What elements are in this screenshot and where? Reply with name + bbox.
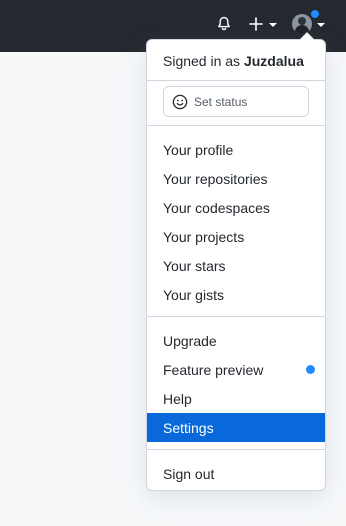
- notification-dot: [310, 9, 320, 19]
- feature-preview-label: Feature preview: [163, 361, 264, 378]
- chevron-down-icon: [269, 22, 277, 27]
- bell-icon: [218, 16, 230, 31]
- menu-item-your-projects[interactable]: Your projects: [147, 222, 325, 251]
- plus-icon: [249, 17, 263, 31]
- menu-item-your-stars[interactable]: Your stars: [147, 251, 325, 280]
- signed-in-text: Signed in as Juzdalua: [163, 51, 304, 71]
- menu-item-your-codespaces[interactable]: Your codespaces: [147, 193, 325, 222]
- menu-item-help[interactable]: Help: [147, 384, 325, 413]
- avatar: [292, 14, 312, 34]
- menu-item-your-repositories[interactable]: Your repositories: [147, 164, 325, 193]
- username[interactable]: Juzdalua: [244, 53, 304, 69]
- menu-item-settings[interactable]: Settings: [147, 413, 325, 442]
- feature-preview-dot: [306, 365, 315, 374]
- smiley-icon: [172, 94, 188, 109]
- set-status-button[interactable]: Set status: [163, 86, 309, 117]
- set-status-label: Set status: [194, 94, 248, 109]
- divider: [147, 125, 325, 126]
- menu-item-your-profile[interactable]: Your profile: [147, 135, 325, 164]
- signed-in-label: Signed in as: [163, 53, 241, 69]
- menu-item-sign-out[interactable]: Sign out: [147, 459, 325, 488]
- menu-item-upgrade[interactable]: Upgrade: [147, 326, 325, 355]
- menu-item-feature-preview[interactable]: Feature preview: [147, 355, 325, 384]
- divider: [147, 316, 325, 317]
- notifications-button[interactable]: [216, 10, 238, 38]
- divider: [147, 449, 325, 450]
- chevron-down-icon: [317, 22, 325, 27]
- divider: [147, 80, 325, 81]
- menu-item-your-gists[interactable]: Your gists: [147, 280, 325, 309]
- create-new-button[interactable]: [248, 10, 280, 38]
- user-dropdown-menu: Signed in as Juzdalua Set status Your pr…: [146, 32, 326, 491]
